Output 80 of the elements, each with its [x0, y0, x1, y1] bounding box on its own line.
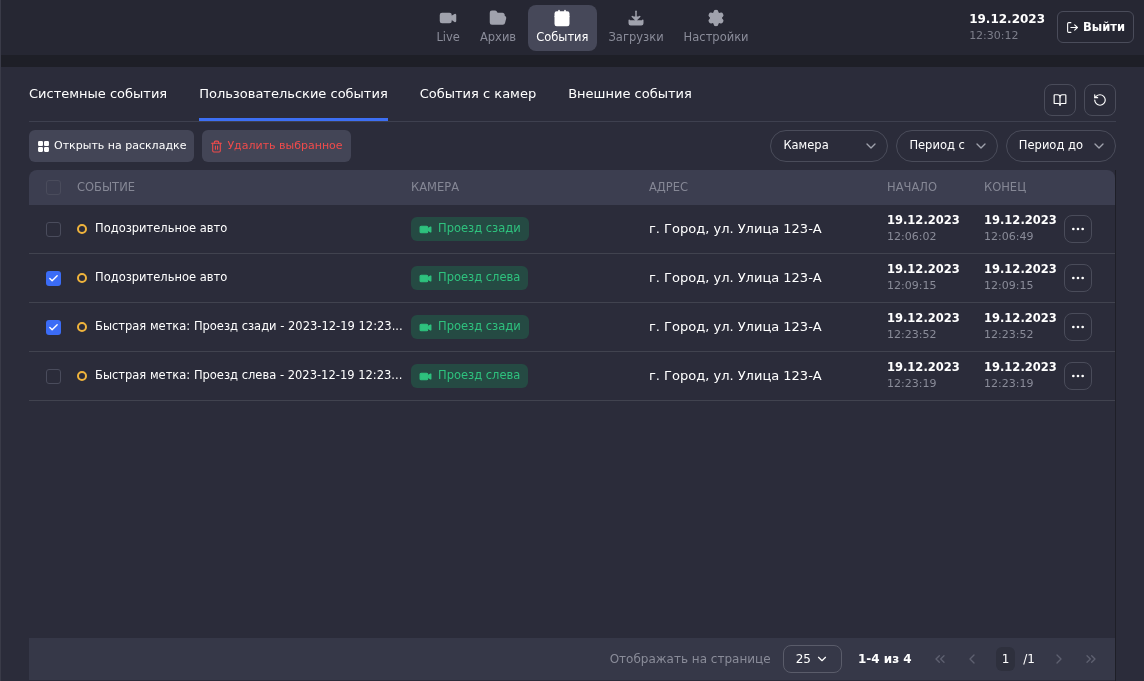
column-header: НАЧАЛО: [887, 178, 938, 196]
end-date: 19.12.2023: [984, 359, 1058, 377]
end-time: 12:09:15: [984, 278, 1035, 295]
column-header: СОБЫТИЕ: [77, 178, 136, 196]
range-text: 1-4 из 4: [857, 651, 912, 668]
start-date: 19.12.2023: [887, 359, 961, 377]
tab[interactable]: Внешние события: [568, 66, 692, 121]
start-date: 19.12.2023: [887, 261, 961, 279]
per-page-label: Отображать на странице: [609, 651, 771, 668]
camera-tag: Проезд слева: [411, 364, 529, 388]
nav-tab[interactable]: Загрузки: [600, 4, 672, 51]
open-layout-button[interactable]: Открыть на раскладке: [29, 130, 195, 162]
camera-tag: Проезд сзади: [411, 217, 529, 241]
checkbox[interactable]: [46, 368, 61, 384]
camera-tag: Проезд слева: [411, 266, 529, 290]
column-header: КАМЕРА: [411, 178, 461, 196]
download-icon: [627, 8, 646, 27]
table-cell-text: Подозрительное авто: [95, 220, 229, 238]
start-time: 12:09:15: [887, 278, 938, 295]
refresh-icon: [1093, 93, 1107, 107]
book-button[interactable]: [1044, 84, 1076, 116]
table-cell-text: г. Город, ул. Улица 123-А: [649, 318, 823, 337]
table-row[interactable]: Подозрительное авто Проезд слева г. Город, ул. Улица 123-А 19.12.2023 12:09:15 19.12.2023 12:09:15: [29, 254, 1115, 303]
end-time: 12:23:52: [984, 327, 1035, 344]
end-time: 12:23:19: [984, 376, 1035, 393]
date-text: 19.12.2023: [969, 11, 1046, 28]
start-time: 12:06:02: [887, 229, 938, 246]
time-text: 12:30:12: [969, 28, 1020, 44]
settings-icon: [707, 8, 726, 27]
checkbox[interactable]: [46, 221, 61, 237]
calendar-icon: [553, 8, 572, 27]
tab[interactable]: Системные события: [29, 66, 168, 121]
logout-icon: [1066, 20, 1080, 34]
more-button[interactable]: [1064, 215, 1092, 243]
refresh-button[interactable]: [1084, 84, 1116, 116]
table-cell-text: Подозрительное авто: [95, 269, 229, 287]
status-ring-icon: [77, 224, 87, 234]
logout-button[interactable]: Выйти: [1057, 11, 1134, 44]
check-icon: [48, 272, 59, 284]
table-row[interactable]: Быстрая метка: Проезд слева - 2023-12-19 12:23... Проезд слева г. Город, ул. Улица 123-А 19.12.2023 12:23:19 19.12.2023 12:23:19: [29, 352, 1115, 401]
page-field[interactable]: 1: [995, 647, 1016, 671]
more-button[interactable]: [1064, 264, 1092, 292]
end-time: 12:06:49: [984, 229, 1035, 246]
nav-tab[interactable]: Настройки: [675, 4, 757, 51]
trash-icon: [210, 139, 224, 153]
column-header: АДРЕС: [649, 178, 690, 196]
end-date: 19.12.2023: [984, 261, 1058, 279]
start-time: 12:23:19: [887, 376, 938, 393]
table-row[interactable]: Подозрительное авто Проезд сзади г. Город, ул. Улица 123-А 19.12.2023 12:06:02 19.12.2023 12:06:49: [29, 205, 1115, 254]
more-button[interactable]: [1064, 313, 1092, 341]
per-page-dropdown[interactable]: 25: [782, 645, 842, 673]
table-cell-text: г. Город, ул. Улица 123-А: [649, 367, 823, 386]
nav-tab[interactable]: События: [528, 4, 597, 51]
checkbox[interactable]: [46, 270, 61, 286]
nav-tab[interactable]: Архив: [471, 4, 525, 51]
page-total: /1: [1023, 651, 1035, 668]
book-icon: [1053, 93, 1067, 107]
start-date: 19.12.2023: [887, 212, 961, 230]
checkbox[interactable]: [46, 319, 61, 335]
grid-icon: [37, 139, 50, 153]
start-time: 12:23:52: [887, 327, 938, 344]
tab[interactable]: События с камер: [419, 66, 537, 121]
end-date: 19.12.2023: [984, 310, 1058, 328]
start-date: 19.12.2023: [887, 310, 961, 328]
status-ring-icon: [77, 371, 87, 381]
nav-tab[interactable]: Live: [428, 4, 468, 51]
table-cell-text: Быстрая метка: Проезд слева - 2023-12-19 12:23...: [95, 367, 404, 385]
status-ring-icon: [77, 322, 87, 332]
status-ring-icon: [77, 273, 87, 283]
table-cell-text: Быстрая метка: Проезд сзади - 2023-12-19 12:23...: [95, 318, 404, 336]
tab[interactable]: Пользовательские события: [199, 66, 388, 121]
more-button[interactable]: [1064, 362, 1092, 390]
end-date: 19.12.2023: [984, 212, 1058, 230]
column-header: КОНЕЦ: [984, 178, 1027, 196]
camera-tag: Проезд сзади: [411, 315, 529, 339]
table-row[interactable]: Быстрая метка: Проезд сзади - 2023-12-19 12:23... Проезд сзади г. Город, ул. Улица 123-А 19.12.2023 12:23:52 19.12.2023 12:23:52: [29, 303, 1115, 352]
folder-icon: [489, 8, 508, 27]
check-icon: [48, 321, 59, 333]
table-cell-text: г. Город, ул. Улица 123-А: [649, 269, 823, 288]
table-cell-text: г. Город, ул. Улица 123-А: [649, 220, 823, 239]
